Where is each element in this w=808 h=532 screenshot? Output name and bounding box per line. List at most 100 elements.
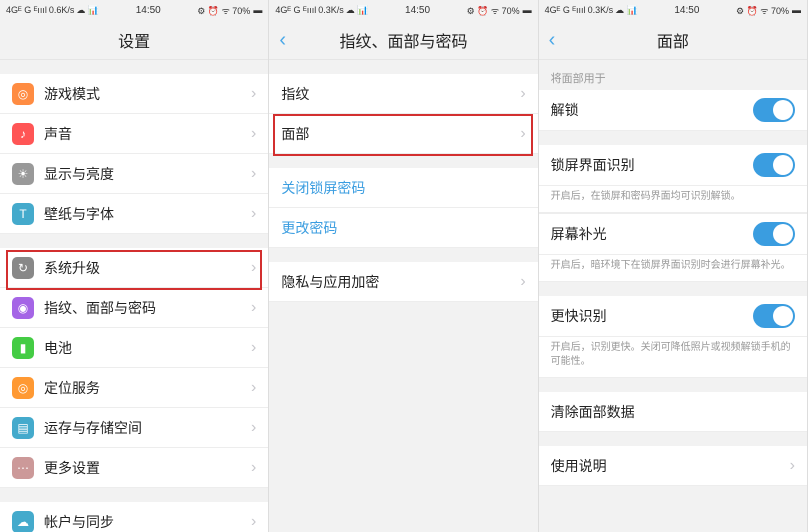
signal-indicator: 4Gᴱ G ᴱıııl	[6, 5, 47, 15]
signal-indicator: 4Gᴱ G ᴱıııl	[545, 5, 586, 15]
status-bar: 4Gᴱ G ᴱıııl 0.3K/s ☁ 📊 14:50 ⚙ ⏰ ᯤ 70% ▬	[269, 0, 537, 20]
toggle-label: 解锁	[551, 100, 753, 120]
row-game-mode[interactable]: ◎ 游戏模式 ›	[0, 74, 268, 114]
row-account-sync[interactable]: ☁ 帐户与同步 ›	[0, 502, 268, 532]
hint-text: 开启后，识别更快。关闭可降低照片或视频解锁手机的可能性。	[539, 337, 807, 378]
row-label: 隐私与应用加密	[281, 272, 520, 292]
section-header: 将面部用于	[539, 60, 807, 90]
row-lockscreen-recognition[interactable]: 锁屏界面识别	[539, 145, 807, 186]
chevron-right-icon: ›	[251, 125, 256, 143]
row-label: 壁纸与字体	[44, 204, 251, 224]
battery-icon: ▮	[12, 337, 34, 359]
switch-faster[interactable]	[753, 304, 795, 328]
hint-text: 开启后，在锁屏和密码界面均可识别解锁。	[539, 186, 807, 213]
content-list[interactable]: 将面部用于 解锁 锁屏界面识别 开启后，在锁屏和密码界面均可识别解锁。 屏幕补光…	[539, 60, 807, 532]
storage-icon: ▤	[12, 417, 34, 439]
row-storage[interactable]: ▤ 运存与存储空间 ›	[0, 408, 268, 448]
row-disable-lock-password[interactable]: 关闭锁屏密码	[269, 168, 537, 208]
row-label: 清除面部数据	[551, 402, 795, 422]
net-speed: 0.6K/s	[49, 5, 75, 15]
row-label: 更多设置	[44, 458, 251, 478]
row-label: 定位服务	[44, 378, 251, 398]
page-title: 指纹、面部与密码	[339, 28, 467, 52]
status-time: 14:50	[136, 5, 161, 16]
chevron-right-icon: ›	[790, 457, 795, 475]
toggle-label: 屏幕补光	[551, 224, 753, 244]
page-title: 面部	[657, 28, 689, 52]
switch-lockscreen[interactable]	[753, 153, 795, 177]
net-speed: 0.3K/s	[318, 5, 344, 15]
cloud-icon: ☁	[12, 511, 34, 532]
switch-unlock[interactable]	[753, 98, 795, 122]
back-button[interactable]: ‹	[549, 30, 556, 50]
row-label: 使用说明	[551, 456, 790, 476]
row-fingerprint[interactable]: 指纹 ›	[269, 74, 537, 114]
row-label: 关闭锁屏密码	[281, 178, 525, 198]
signal-indicator: 4Gᴱ G ᴱıııl	[275, 5, 316, 15]
row-wallpaper[interactable]: T 壁纸与字体 ›	[0, 194, 268, 234]
chevron-right-icon: ›	[251, 299, 256, 317]
status-right: ⚙ ⏰ ᯤ 70%	[467, 4, 520, 17]
page-title: 设置	[118, 28, 150, 52]
row-label: 显示与亮度	[44, 164, 251, 184]
row-display[interactable]: ☀ 显示与亮度 ›	[0, 154, 268, 194]
chevron-right-icon: ›	[520, 125, 525, 143]
row-label: 系统升级	[44, 258, 251, 278]
battery-icon: ▬	[523, 5, 532, 15]
row-usage-instructions[interactable]: 使用说明 ›	[539, 446, 807, 486]
row-label: 帐户与同步	[44, 512, 251, 532]
more-icon: ⋯	[12, 457, 34, 479]
location-icon: ◎	[12, 377, 34, 399]
row-location[interactable]: ◎ 定位服务 ›	[0, 368, 268, 408]
update-icon: ↻	[12, 257, 34, 279]
row-screen-fill-light[interactable]: 屏幕补光	[539, 213, 807, 255]
chevron-right-icon: ›	[251, 85, 256, 103]
game-icon: ◎	[12, 83, 34, 105]
row-unlock[interactable]: 解锁	[539, 90, 807, 131]
row-sound[interactable]: ♪ 声音 ›	[0, 114, 268, 154]
sound-icon: ♪	[12, 123, 34, 145]
status-icons: ☁ 📊	[346, 5, 369, 16]
face-settings-screen: 4Gᴱ G ᴱıııl 0.3K/s ☁ 📊 14:50 ⚙ ⏰ ᯤ 70% ▬…	[539, 0, 808, 532]
row-label: 声音	[44, 124, 251, 144]
wallpaper-icon: T	[12, 203, 34, 225]
row-label: 指纹	[281, 84, 520, 104]
row-system-update[interactable]: ↻ 系统升级 ›	[0, 248, 268, 288]
content-list[interactable]: 指纹 › 面部 › 关闭锁屏密码 更改密码 隐私与应用加密 ›	[269, 60, 537, 532]
row-face[interactable]: 面部 ›	[269, 114, 537, 154]
status-right: ⚙ ⏰ ᯤ 70%	[197, 4, 250, 17]
header: ‹ 面部	[539, 20, 807, 60]
row-change-password[interactable]: 更改密码	[269, 208, 537, 248]
settings-list[interactable]: ◎ 游戏模式 › ♪ 声音 › ☀ 显示与亮度 › T 壁纸与字体 › ↻ 系统…	[0, 60, 268, 532]
chevron-right-icon: ›	[251, 339, 256, 357]
row-privacy-app-encryption[interactable]: 隐私与应用加密 ›	[269, 262, 537, 302]
toggle-label: 锁屏界面识别	[551, 155, 753, 175]
row-clear-face-data[interactable]: 清除面部数据	[539, 392, 807, 432]
hint-text: 开启后，暗环境下在锁屏界面识别时会进行屏幕补光。	[539, 255, 807, 282]
status-bar: 4Gᴱ G ᴱıııl 0.3K/s ☁ 📊 14:50 ⚙ ⏰ ᯤ 70% ▬	[539, 0, 807, 20]
header: ‹ 指纹、面部与密码	[269, 20, 537, 60]
row-faster-recognition[interactable]: 更快识别	[539, 296, 807, 337]
row-more-settings[interactable]: ⋯ 更多设置 ›	[0, 448, 268, 488]
chevron-right-icon: ›	[520, 85, 525, 103]
row-label: 面部	[281, 124, 520, 144]
switch-fill-light[interactable]	[753, 222, 795, 246]
chevron-right-icon: ›	[251, 459, 256, 477]
row-fingerprint-face-password[interactable]: ◉ 指纹、面部与密码 ›	[0, 288, 268, 328]
row-label: 更改密码	[281, 218, 525, 238]
row-battery[interactable]: ▮ 电池 ›	[0, 328, 268, 368]
chevron-right-icon: ›	[251, 165, 256, 183]
chevron-right-icon: ›	[520, 273, 525, 291]
chevron-right-icon: ›	[251, 379, 256, 397]
battery-icon: ▬	[792, 5, 801, 15]
settings-screen: 4Gᴱ G ᴱıııl 0.6K/s ☁ 📊 14:50 ⚙ ⏰ ᯤ 70% ▬…	[0, 0, 269, 532]
net-speed: 0.3K/s	[588, 5, 614, 15]
fingerprint-face-password-screen: 4Gᴱ G ᴱıııl 0.3K/s ☁ 📊 14:50 ⚙ ⏰ ᯤ 70% ▬…	[269, 0, 538, 532]
row-label: 指纹、面部与密码	[44, 298, 251, 318]
battery-icon: ▬	[253, 5, 262, 15]
display-icon: ☀	[12, 163, 34, 185]
chevron-right-icon: ›	[251, 205, 256, 223]
back-button[interactable]: ‹	[279, 30, 286, 50]
chevron-right-icon: ›	[251, 513, 256, 531]
status-icons: ☁ 📊	[76, 5, 99, 16]
